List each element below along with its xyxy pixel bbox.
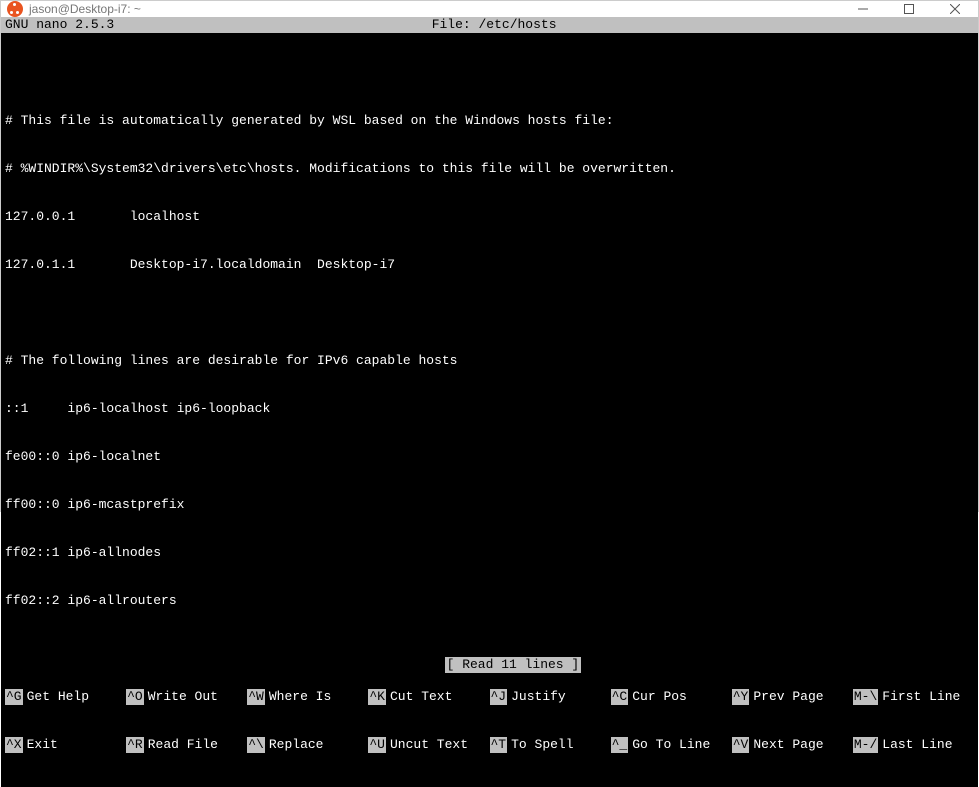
window-controls [840, 1, 978, 17]
close-button[interactable] [932, 1, 978, 17]
nano-statusbar: [ Read 11 lines ] [1, 641, 978, 657]
file-line: 127.0.1.1 Desktop-i7.localdomain Desktop… [5, 257, 974, 273]
shortcut-last-line[interactable]: M-/Last Line [853, 737, 974, 753]
maximize-button[interactable] [886, 1, 932, 17]
shortcut-exit[interactable]: ^XExit [5, 737, 126, 753]
shortcut-row-2: ^XExit ^RRead File ^\Replace ^UUncut Tex… [5, 737, 974, 753]
shortcut-replace[interactable]: ^\Replace [247, 737, 368, 753]
shortcut-go-to-line[interactable]: ^_Go To Line [611, 737, 732, 753]
file-line: ff02::2 ip6-allrouters [5, 593, 974, 609]
shortcut-where-is[interactable]: ^WWhere Is [247, 689, 368, 705]
editor-content[interactable]: # This file is automatically generated b… [1, 33, 978, 641]
file-line: ff02::1 ip6-allnodes [5, 545, 974, 561]
nano-shortcuts: ^GGet Help ^OWrite Out ^WWhere Is ^KCut … [1, 657, 978, 787]
shortcut-write-out[interactable]: ^OWrite Out [126, 689, 247, 705]
file-line: # This file is automatically generated b… [5, 113, 974, 129]
file-line: ::1 ip6-localhost ip6-loopback [5, 401, 974, 417]
file-line: fe00::0 ip6-localnet [5, 449, 974, 465]
shortcut-to-spell[interactable]: ^TTo Spell [490, 737, 611, 753]
shortcut-cut-text[interactable]: ^KCut Text [368, 689, 489, 705]
window-title: jason@Desktop-i7: ~ [29, 2, 840, 16]
shortcut-read-file[interactable]: ^RRead File [126, 737, 247, 753]
shortcut-row-1: ^GGet Help ^OWrite Out ^WWhere Is ^KCut … [5, 689, 974, 705]
window: jason@Desktop-i7: ~ GNU nano 2.5.3 File:… [0, 0, 979, 512]
shortcut-next-page[interactable]: ^VNext Page [732, 737, 853, 753]
shortcut-prev-page[interactable]: ^YPrev Page [732, 689, 853, 705]
file-line [5, 305, 974, 321]
terminal[interactable]: GNU nano 2.5.3 File: /etc/hosts # This f… [1, 17, 978, 787]
nano-header: GNU nano 2.5.3 File: /etc/hosts [1, 17, 978, 33]
file-line: 127.0.0.1 localhost [5, 209, 974, 225]
shortcut-justify[interactable]: ^JJustify [490, 689, 611, 705]
shortcut-get-help[interactable]: ^GGet Help [5, 689, 126, 705]
file-line: # The following lines are desirable for … [5, 353, 974, 369]
shortcut-uncut-text[interactable]: ^UUncut Text [368, 737, 489, 753]
shortcut-first-line[interactable]: M-\First Line [853, 689, 974, 705]
shortcut-cur-pos[interactable]: ^CCur Pos [611, 689, 732, 705]
file-line: ff00::0 ip6-mcastprefix [5, 497, 974, 513]
nano-app-name: GNU nano 2.5.3 [5, 17, 114, 33]
file-line [5, 65, 974, 81]
minimize-button[interactable] [840, 1, 886, 17]
file-line: # %WINDIR%\System32\drivers\etc\hosts. M… [5, 161, 974, 177]
nano-file-label: File: /etc/hosts [114, 17, 874, 33]
titlebar[interactable]: jason@Desktop-i7: ~ [1, 1, 978, 17]
ubuntu-icon [7, 1, 23, 17]
